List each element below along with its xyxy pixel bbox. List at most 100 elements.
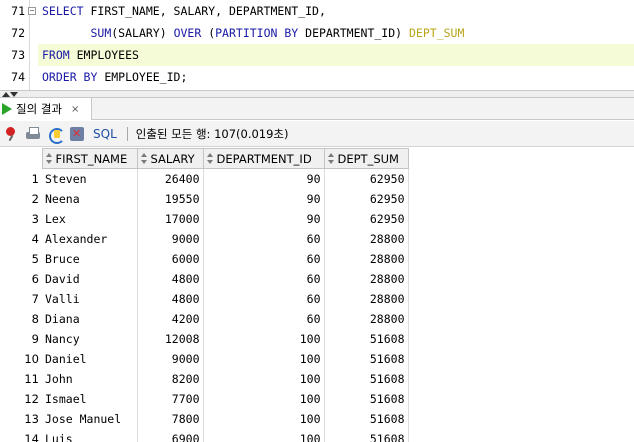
table-cell[interactable]: 17000: [137, 208, 204, 229]
table-cell[interactable]: 100: [203, 328, 325, 349]
table-cell[interactable]: Nancy: [42, 328, 138, 349]
table-cell[interactable]: 9000: [137, 228, 204, 249]
sort-icon[interactable]: [140, 152, 148, 165]
table-cell[interactable]: 60: [203, 228, 325, 249]
delete-icon[interactable]: [69, 126, 85, 142]
table-cell[interactable]: 100: [203, 348, 325, 369]
table-cell[interactable]: 100: [203, 388, 325, 409]
table-cell[interactable]: 62950: [324, 168, 409, 189]
table-row[interactable]: 4 Alexander 9000 60 28800: [0, 228, 409, 249]
table-cell[interactable]: 90: [203, 208, 325, 229]
table-cell[interactable]: 7800: [137, 408, 204, 429]
table-row[interactable]: 1 Steven 26400 90 62950: [0, 168, 409, 189]
sort-icon[interactable]: [327, 152, 335, 165]
table-cell[interactable]: 62950: [324, 208, 409, 229]
table-row[interactable]: 14 Luis 6900 100 51608: [0, 428, 409, 442]
table-cell[interactable]: Daniel: [42, 348, 138, 369]
table-cell[interactable]: Ismael: [42, 388, 138, 409]
table-cell[interactable]: 28800: [324, 268, 409, 289]
expand-up-icon[interactable]: [2, 92, 10, 97]
column-header[interactable]: SALARY: [136, 148, 204, 169]
table-cell[interactable]: Bruce: [42, 248, 138, 269]
table-cell[interactable]: 90: [203, 168, 325, 189]
table-cell[interactable]: 4800: [137, 268, 204, 289]
table-cell[interactable]: 26400: [137, 168, 204, 189]
table-cell[interactable]: 4800: [137, 288, 204, 309]
table-cell[interactable]: 28800: [324, 248, 409, 269]
result-grid[interactable]: FIRST_NAME SALARY DEPARTMENT_ID DEPT_SUM 1S…: [0, 148, 634, 442]
row-number: 5: [31, 251, 39, 266]
table-cell[interactable]: Valli: [42, 288, 138, 309]
table-cell[interactable]: 6000: [137, 248, 204, 269]
table-cell[interactable]: Alexander: [42, 228, 138, 249]
table-cell[interactable]: 51608: [324, 328, 409, 349]
table-cell[interactable]: Steven: [42, 168, 138, 189]
table-cell[interactable]: 60: [203, 288, 325, 309]
column-header[interactable]: DEPARTMENT_ID: [202, 148, 325, 169]
table-cell[interactable]: John: [42, 368, 138, 389]
table-cell[interactable]: David: [42, 268, 138, 289]
table-row[interactable]: 9 Nancy 12008 100 51608: [0, 328, 409, 349]
code-line[interactable]: FROM EMPLOYEES: [38, 44, 634, 66]
column-header[interactable]: FIRST_NAME: [41, 148, 138, 169]
table-row[interactable]: 12 Ismael 7700 100 51608: [0, 388, 409, 409]
pin-icon[interactable]: [3, 126, 19, 142]
table-cell[interactable]: Diana: [42, 308, 138, 329]
code-line[interactable]: SELECT FIRST_NAME, SALARY, DEPARTMENT_ID…: [42, 0, 326, 22]
table-cell[interactable]: Luis: [42, 428, 138, 442]
table-cell[interactable]: 28800: [324, 308, 409, 329]
table-row[interactable]: 2 Neena 19550 90 62950: [0, 188, 409, 209]
table-cell[interactable]: 62950: [324, 188, 409, 209]
table-cell[interactable]: Neena: [42, 188, 138, 209]
sql-button[interactable]: SQL: [93, 127, 117, 141]
column-header[interactable]: DEPT_SUM: [323, 148, 409, 169]
table-cell[interactable]: 100: [203, 428, 325, 442]
tab-query-result[interactable]: 질의 결과 ×: [0, 98, 92, 120]
table-cell[interactable]: 100: [203, 408, 325, 429]
table-cell[interactable]: 51608: [324, 368, 409, 389]
code-line[interactable]: SUM(SALARY) OVER (PARTITION BY DEPARTMEN…: [42, 22, 464, 44]
table-cell[interactable]: 12008: [137, 328, 204, 349]
sort-icon[interactable]: [206, 152, 214, 165]
table-row[interactable]: 3 Lex 17000 90 62950: [0, 208, 409, 229]
table-cell[interactable]: 51608: [324, 428, 409, 442]
fold-collapse-icon[interactable]: −: [28, 7, 36, 15]
sql-text: DEPARTMENT_ID): [298, 26, 409, 40]
table-row[interactable]: 8 Diana 4200 60 28800: [0, 308, 409, 329]
table-row[interactable]: 7 Valli 4800 60 28800: [0, 288, 409, 309]
table-cell[interactable]: 60: [203, 268, 325, 289]
table-cell[interactable]: 100: [203, 368, 325, 389]
table-cell[interactable]: 6900: [137, 428, 204, 442]
print-icon[interactable]: [25, 126, 41, 142]
table-cell[interactable]: 60: [203, 308, 325, 329]
sql-editor[interactable]: 71 72 73 74 − SELECT FIRST_NAME, SALARY,…: [0, 0, 634, 90]
table-cell[interactable]: 7700: [137, 388, 204, 409]
panel-splitter[interactable]: [0, 90, 634, 98]
table-row[interactable]: 5 Bruce 6000 60 28800: [0, 248, 409, 269]
table-cell[interactable]: 9000: [137, 348, 204, 369]
table-cell[interactable]: 28800: [324, 288, 409, 309]
close-icon[interactable]: ×: [71, 104, 79, 115]
table-cell[interactable]: 28800: [324, 228, 409, 249]
expand-down-icon[interactable]: [10, 92, 18, 97]
table-cell[interactable]: 51608: [324, 388, 409, 409]
table-row[interactable]: 10 Daniel 9000 100 51608: [0, 348, 409, 369]
table-cell[interactable]: 60: [203, 248, 325, 269]
table-cell[interactable]: 4200: [137, 308, 204, 329]
table-cell[interactable]: 90: [203, 188, 325, 209]
refresh-icon[interactable]: [47, 126, 65, 144]
table-cell[interactable]: 51608: [324, 408, 409, 429]
code-line[interactable]: ORDER BY EMPLOYEE_ID;: [42, 66, 187, 88]
table-cell[interactable]: 8200: [137, 368, 204, 389]
table-row[interactable]: 6 David 4800 60 28800: [0, 268, 409, 289]
sort-icon[interactable]: [45, 152, 53, 165]
table-row[interactable]: 11 John 8200 100 51608: [0, 368, 409, 389]
line-number: 73: [11, 48, 25, 62]
table-row[interactable]: 13 Jose Manuel 7800 100 51608: [0, 408, 409, 429]
table-cell[interactable]: 51608: [324, 348, 409, 369]
table-cell[interactable]: 19550: [137, 188, 204, 209]
line-number: 74: [11, 70, 25, 84]
table-cell[interactable]: Lex: [42, 208, 138, 229]
table-cell[interactable]: Jose Manuel: [42, 408, 138, 429]
